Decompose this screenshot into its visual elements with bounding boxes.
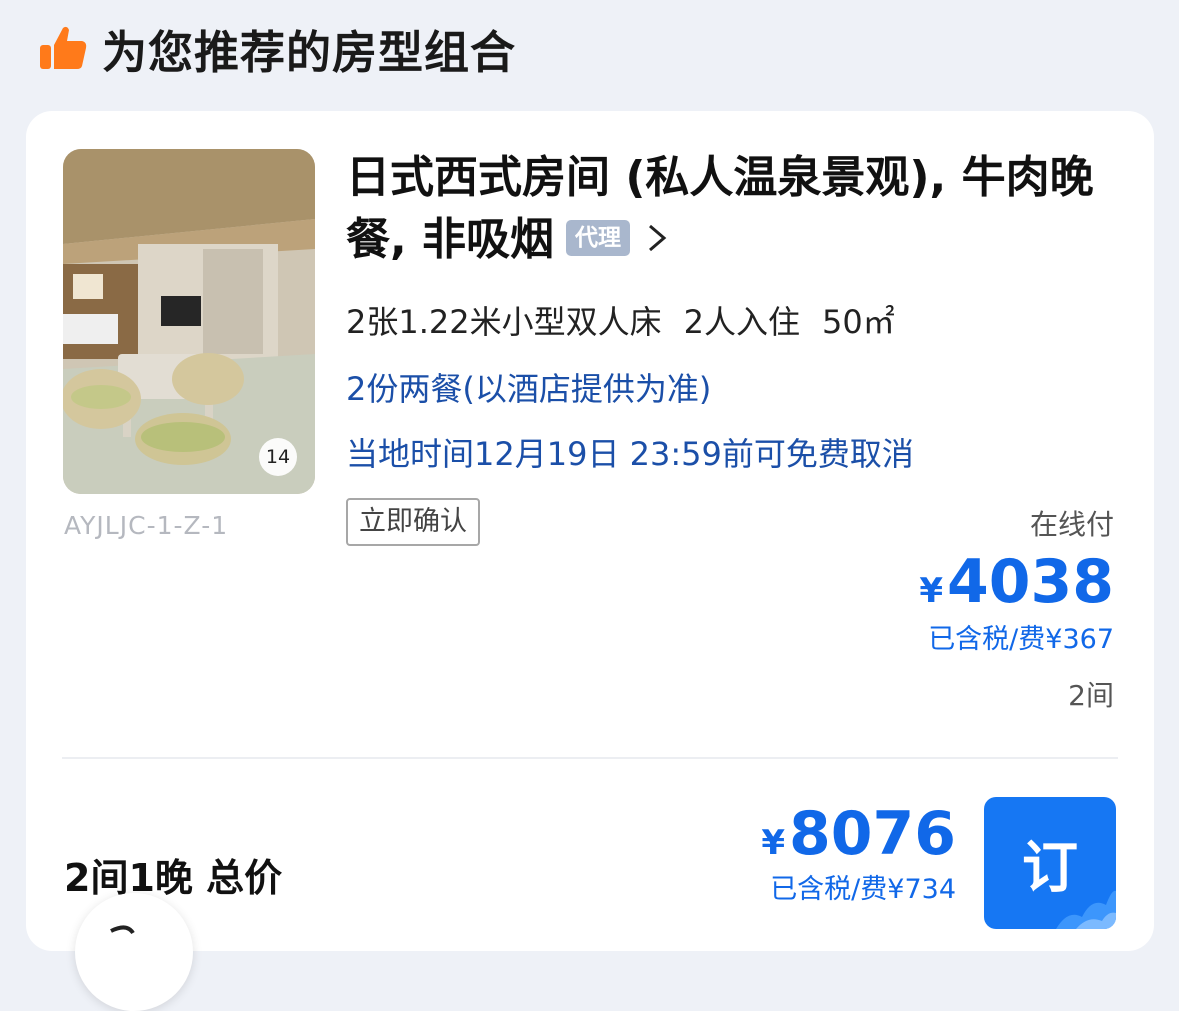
room-combo-card: 14 AYJLJC-1-Z-1 日式西式房间 (私人温泉景观), 牛肉晚餐, 非…	[26, 111, 1154, 951]
cancellation-policy: 当地时间12月19日 23:59前可免费取消	[346, 435, 914, 473]
room-area: 50㎡	[822, 303, 895, 341]
room-name: 日式西式房间 (私人温泉景观), 牛肉晚餐, 非吸烟	[346, 152, 1094, 265]
floating-action-button[interactable]	[75, 893, 193, 1011]
room-photo[interactable]: 14	[63, 149, 315, 494]
return-arrow-icon	[110, 925, 135, 935]
divider	[62, 757, 1118, 759]
total-price-value: 8076	[789, 799, 956, 869]
room-code: AYJLJC-1-Z-1	[64, 511, 229, 540]
total-price-currency: ¥	[761, 823, 785, 863]
instant-confirm-tag: 立即确认	[346, 498, 480, 546]
total-price: ¥8076	[761, 799, 956, 869]
unit-price-currency: ¥	[919, 571, 943, 611]
unit-tax-note: 已含税/费¥367	[928, 624, 1114, 655]
photo-count-badge: 14	[259, 438, 297, 476]
total-label: 2间1晚 总价	[64, 856, 283, 900]
room-facilities: 2张1.22米小型双人床 2人入住 50㎡	[346, 297, 895, 343]
room-count: 2间	[1068, 679, 1114, 712]
book-button[interactable]: 订	[984, 797, 1116, 929]
chevron-right-icon	[649, 224, 667, 252]
unit-price-value: 4038	[947, 547, 1114, 617]
total-tax-note: 已含税/费¥734	[770, 874, 956, 905]
section-header: 为您推荐的房型组合	[38, 18, 517, 79]
bed-info: 2张1.22米小型双人床	[346, 303, 662, 341]
unit-price: ¥4038	[919, 547, 1114, 617]
section-title: 为您推荐的房型组合	[102, 25, 517, 79]
agent-badge: 代理	[566, 220, 631, 256]
meal-info: 2份两餐(以酒店提供为准)	[346, 370, 712, 408]
room-name-link[interactable]: 日式西式房间 (私人温泉景观), 牛肉晚餐, 非吸烟 代理	[346, 147, 1096, 271]
thumbs-up-icon	[40, 26, 87, 69]
wave-decoration-icon	[1056, 890, 1116, 929]
occupancy-info: 2人入住	[683, 303, 800, 341]
payment-type: 在线付	[1029, 508, 1114, 541]
